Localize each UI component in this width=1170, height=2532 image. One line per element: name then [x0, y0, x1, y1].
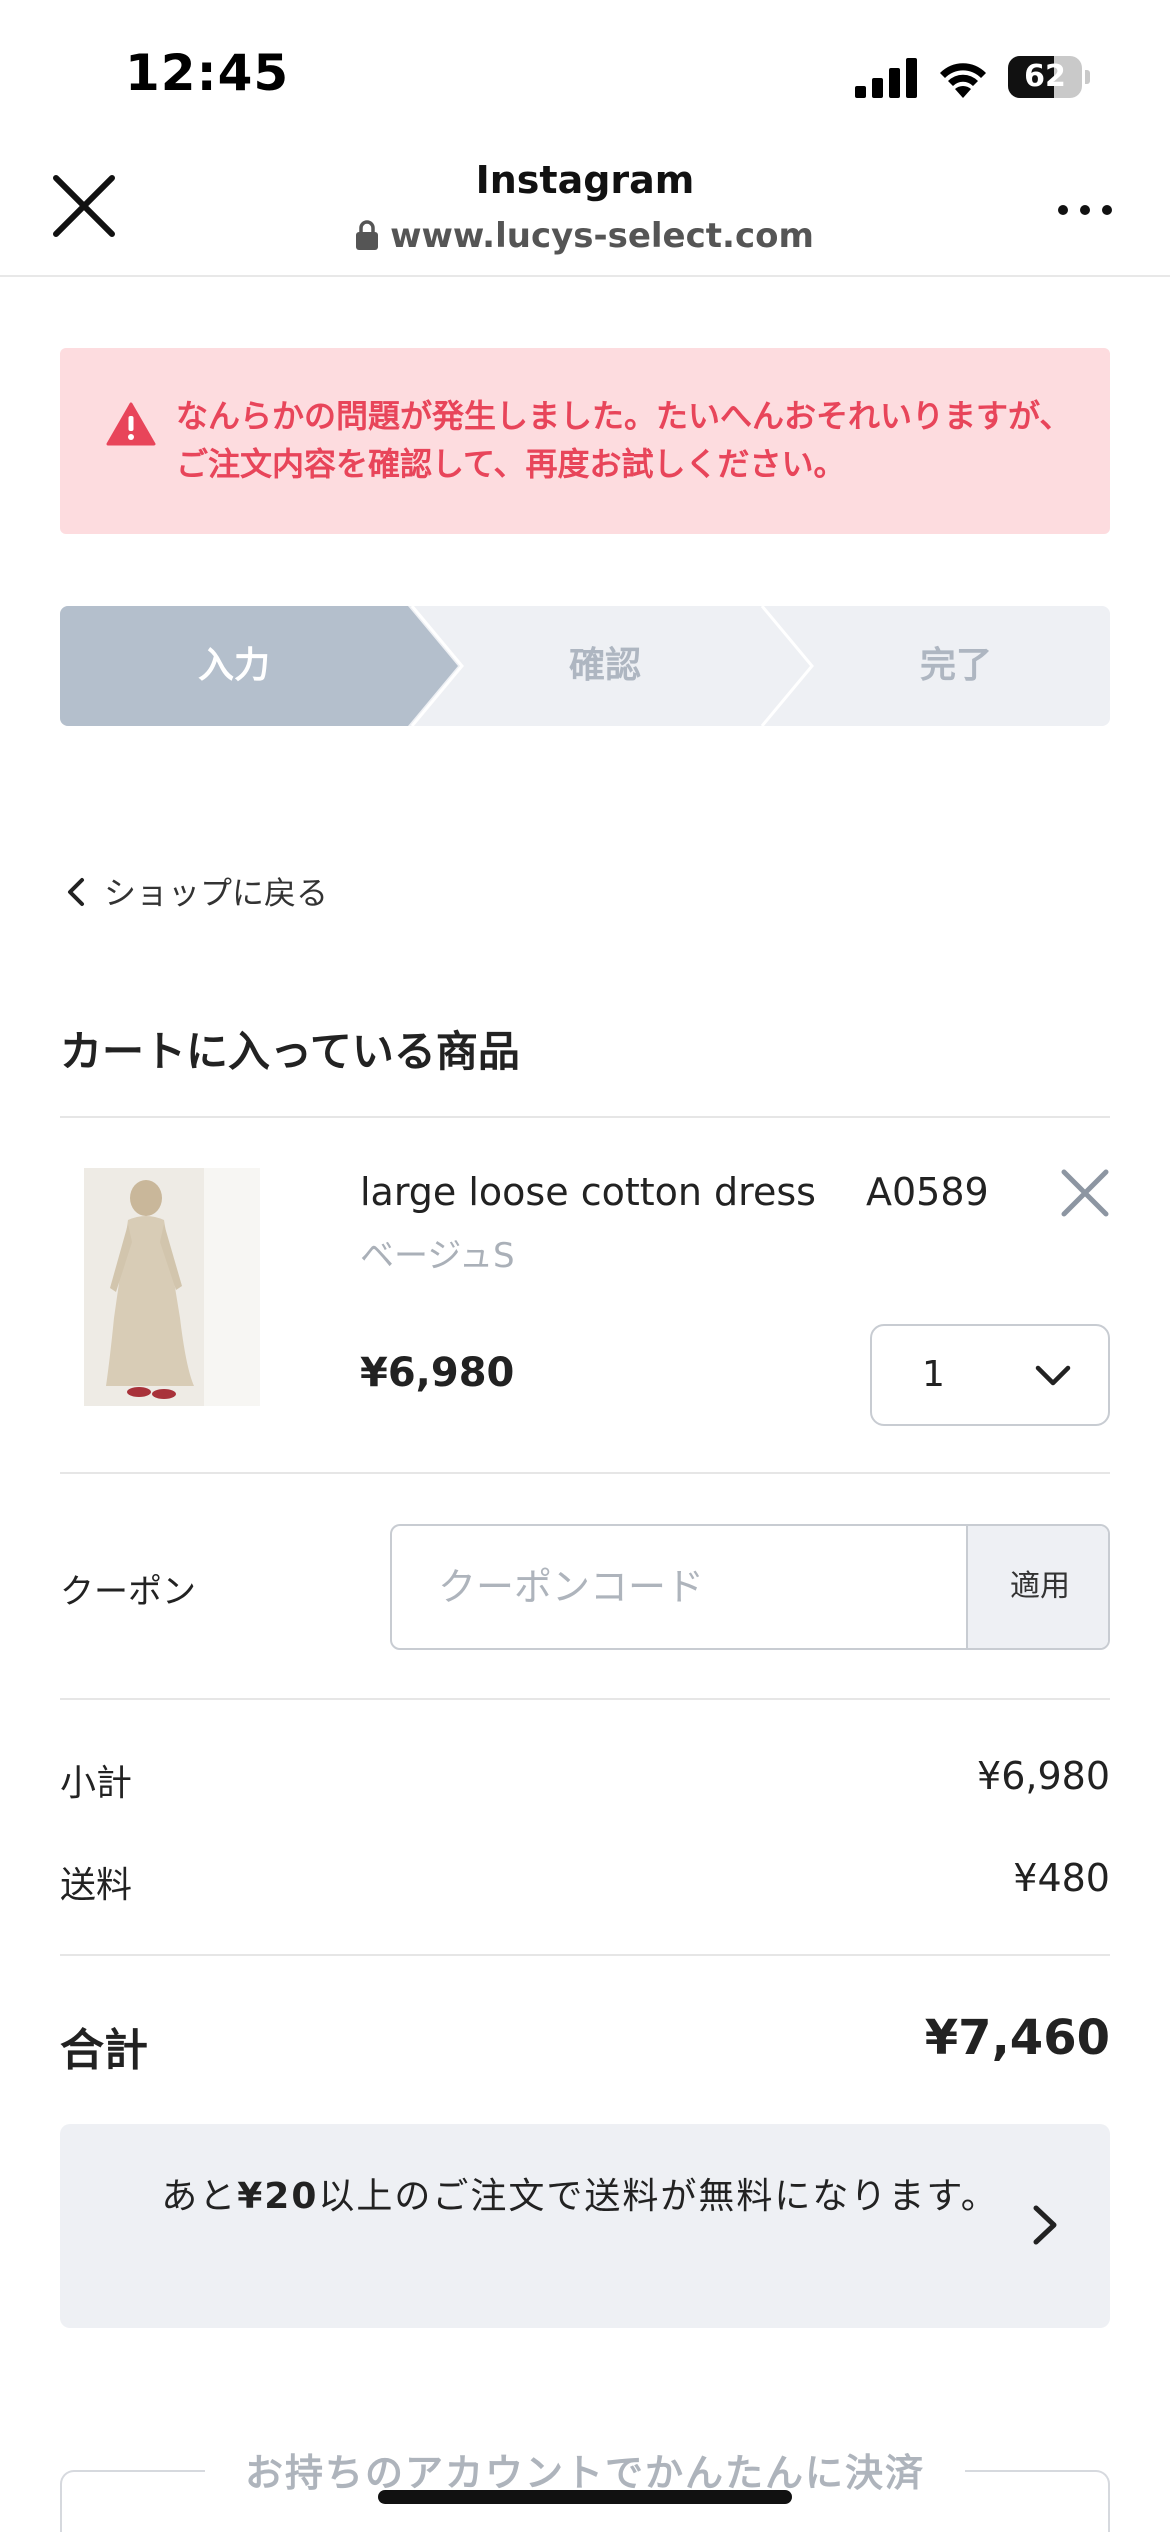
subtotal-label: 小計 [60, 1763, 133, 1804]
more-options-button[interactable] [1055, 200, 1115, 220]
shipping-value: ¥480 [1013, 1856, 1110, 1900]
error-alert: なんらかの問題が発生しました。たいへんおそれいりますが、ご注文内容を確認して、再… [60, 348, 1110, 534]
divider [60, 1954, 1110, 1956]
step-complete: 完了 [919, 645, 992, 686]
browser-title: Instagram [475, 158, 695, 202]
quantity-select[interactable]: 1 [870, 1324, 1110, 1426]
free-shipping-notice[interactable]: あと¥20以上のご注文で送料が無料になります。 [60, 2124, 1110, 2328]
coupon-field: 適用 [390, 1524, 1110, 1650]
remove-item-button[interactable] [1058, 1166, 1112, 1220]
quantity-value: 1 [922, 1354, 945, 1395]
account-checkout-title-text: お持ちのアカウントでかんたんに決済 [204, 2451, 965, 2495]
error-message: なんらかの問題が発生しました。たいへんおそれいりますが、ご注文内容を確認して、再… [176, 397, 1072, 483]
in-app-browser-header: Instagram www.lucys-select.com [0, 150, 1170, 277]
product-code: A0589 [866, 1170, 989, 1214]
home-indicator[interactable] [378, 2490, 792, 2504]
url-text: www.lucys-select.com [390, 216, 814, 256]
chevron-down-icon [1035, 1365, 1071, 1386]
step-input: 入力 [197, 645, 270, 686]
chevron-right-icon [1033, 2205, 1057, 2245]
product-image[interactable] [84, 1168, 260, 1406]
wifi-icon [940, 63, 986, 98]
chevron-left-icon [68, 878, 84, 906]
product-name[interactable]: large loose cotton dress [360, 1170, 816, 1214]
status-bar: 12:45 62 [0, 0, 1170, 150]
subtotal-value: ¥6,980 [977, 1754, 1110, 1798]
battery-icon: 62 [1008, 56, 1090, 98]
warning-icon [106, 402, 156, 446]
coupon-code-input[interactable] [392, 1526, 966, 1648]
checkout-progress-steps: 入力 確認 完了 [60, 606, 1110, 726]
cellular-signal-icon [855, 58, 917, 98]
divider [60, 1472, 1110, 1474]
step-confirm: 確認 [568, 645, 641, 686]
back-link-label: ショップに戻る [104, 874, 329, 912]
shipping-label: 送料 [60, 1865, 133, 1906]
notice-amount: ¥20 [237, 2176, 319, 2217]
product-price: ¥6,980 [360, 1350, 515, 1396]
coupon-label: クーポン [60, 1572, 196, 1612]
divider [60, 1116, 1110, 1118]
apply-coupon-button[interactable]: 適用 [966, 1526, 1108, 1648]
divider [60, 1698, 1110, 1700]
free-shipping-message: あと¥20以上のご注文で送料が無料になります。 [120, 2170, 1040, 2224]
battery-percent: 62 [1024, 59, 1066, 94]
account-checkout-title: お持ちのアカウントでかんたんに決済 [0, 2442, 1170, 2497]
notice-prefix: あと [161, 2176, 238, 2217]
product-variant: ベージュS [360, 1236, 515, 1276]
lock-icon [356, 220, 379, 250]
browser-url: www.lucys-select.com [0, 216, 1170, 256]
total-value: ¥7,460 [924, 2010, 1110, 2066]
back-to-shop-link[interactable]: ショップに戻る [64, 868, 328, 918]
status-time: 12:45 [125, 44, 290, 102]
total-label: 合計 [60, 2025, 148, 2076]
cart-section-title: カートに入っている商品 [60, 1027, 520, 1076]
notice-suffix: 以上のご注文で送料が無料になります。 [318, 2176, 999, 2217]
